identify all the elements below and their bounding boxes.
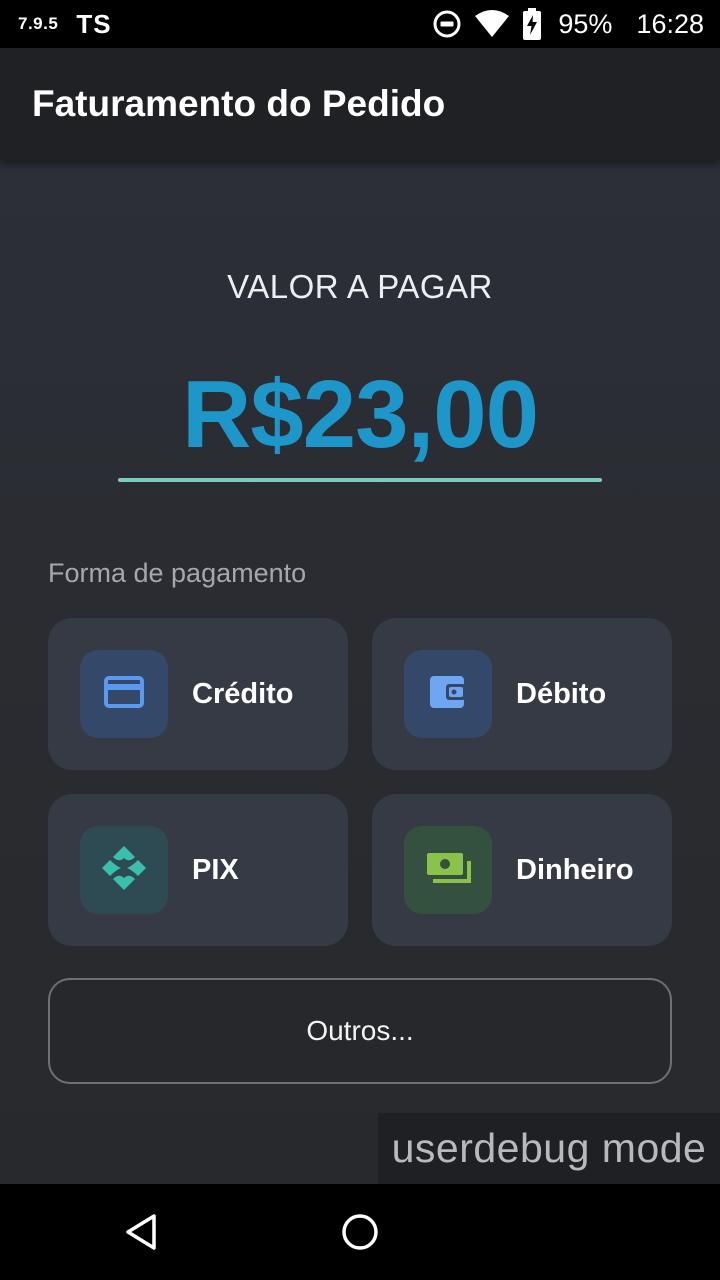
cash-icon-box <box>404 826 492 914</box>
payment-pix-button[interactable]: PIX <box>48 794 348 946</box>
home-icon[interactable] <box>338 1210 382 1254</box>
payment-dinheiro-button[interactable]: Dinheiro <box>372 794 672 946</box>
navigation-bar <box>0 1184 720 1280</box>
battery-percent: 95% <box>558 8 613 39</box>
pix-icon-box <box>80 826 168 914</box>
do-not-disturb-icon <box>432 9 462 39</box>
pix-icon <box>99 843 149 898</box>
main-content: VALOR A PAGAR R$23,00 Forma de pagamento… <box>0 160 720 1184</box>
credit-card-icon <box>104 675 144 713</box>
wallet-icon <box>428 674 468 715</box>
battery-charging-icon <box>522 8 542 40</box>
status-left: 7.9.5 TS <box>18 9 112 40</box>
payment-dinheiro-label: Dinheiro <box>516 853 634 886</box>
debug-mode-overlay: userdebug mode <box>378 1113 720 1184</box>
payment-pix-label: PIX <box>192 853 239 886</box>
amount-value: R$23,00 <box>182 361 539 468</box>
page-title: Faturamento do Pedido <box>32 83 446 124</box>
payment-section-label: Forma de pagamento <box>48 558 307 588</box>
credit-card-icon-box <box>80 650 168 738</box>
payment-credito-button[interactable]: Crédito <box>48 618 348 770</box>
status-time: 16:28 <box>636 8 704 39</box>
status-right: 95% 16:28 <box>432 8 704 40</box>
status-carrier-tag: TS <box>76 8 112 39</box>
payment-debito-button[interactable]: Débito <box>372 618 672 770</box>
wallet-icon-box <box>404 650 492 738</box>
status-bar: 7.9.5 TS 95% 16:28 <box>0 0 720 48</box>
cash-icon <box>425 851 471 890</box>
back-icon[interactable] <box>120 1210 164 1254</box>
payment-credito-label: Crédito <box>192 677 294 710</box>
amount-label: VALOR A PAGAR <box>227 268 493 305</box>
amount-underline <box>118 478 602 482</box>
wifi-icon <box>474 10 510 38</box>
outros-button[interactable]: Outros... <box>48 978 672 1084</box>
status-version: 7.9.5 <box>18 14 59 33</box>
payment-debito-label: Débito <box>516 677 607 710</box>
app-bar: Faturamento do Pedido <box>0 48 720 160</box>
